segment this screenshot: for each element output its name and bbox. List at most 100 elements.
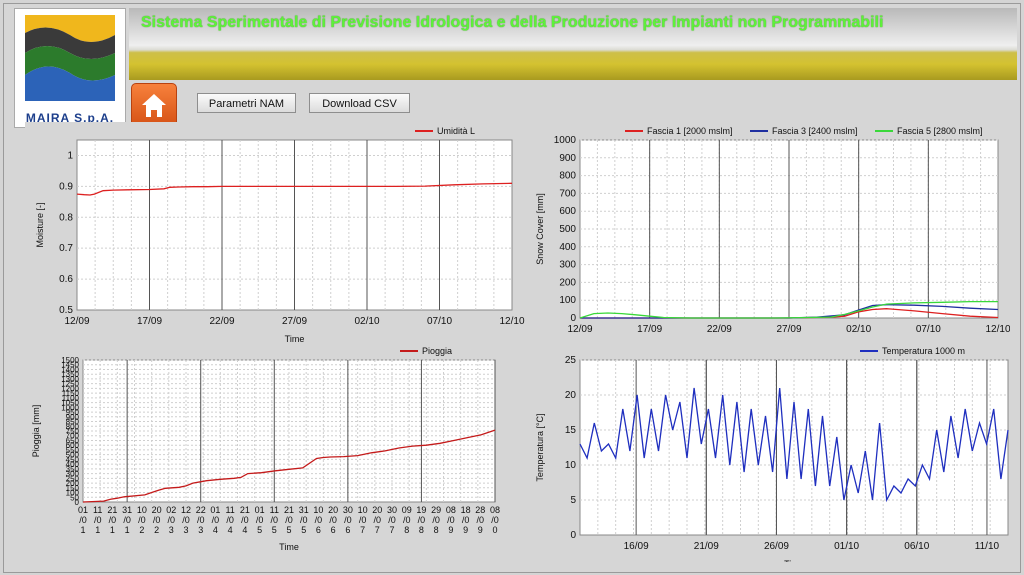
- y-tick-label: 20: [565, 390, 577, 401]
- y-tick-label: 0.7: [59, 243, 73, 254]
- y-tick-label: 0: [570, 313, 576, 324]
- y-tick-label: 1500: [61, 356, 79, 365]
- x-tick-label-sep: /0: [329, 515, 337, 525]
- x-tick-label-day: 21: [240, 505, 250, 515]
- y-axis-label: Moisture [-]: [35, 202, 45, 247]
- x-tick-label: 07/10: [916, 324, 941, 335]
- x-tick-label-sep: /0: [271, 515, 279, 525]
- x-tick-label-day: 10: [137, 505, 147, 515]
- x-tick-label-sep: /0: [153, 515, 161, 525]
- legend-label: Umidità L: [437, 126, 475, 136]
- y-tick-label: 0.6: [59, 274, 73, 285]
- x-tick-label-month: 5: [286, 525, 291, 535]
- x-tick-label-day: 09: [402, 505, 412, 515]
- y-tick-label: 200: [559, 277, 576, 288]
- y-tick-label: 0.8: [59, 212, 73, 223]
- x-tick-label-month: 9: [463, 525, 468, 535]
- y-tick-label: 25: [565, 355, 577, 366]
- x-tick-label-sep: /0: [123, 515, 131, 525]
- x-tick-label-day: 20: [328, 505, 338, 515]
- x-tick-label-day: 10: [358, 505, 368, 515]
- x-tick-label-sep: /0: [418, 515, 426, 525]
- y-axis-label: Pioggia [mm]: [31, 405, 41, 458]
- page-title: Sistema Sperimentale di Previsione Idrol…: [141, 14, 884, 31]
- x-tick-label: 27/09: [776, 324, 801, 335]
- x-tick-label-month: 1: [95, 525, 100, 535]
- x-tick-label-sep: /0: [374, 515, 382, 525]
- x-tick-label-sep: /0: [447, 515, 455, 525]
- x-tick-label: 12/09: [64, 316, 89, 327]
- x-tick-label-sep: /0: [197, 515, 205, 525]
- x-tick-label-day: 21: [107, 505, 117, 515]
- x-tick-label-sep: /0: [138, 515, 146, 525]
- x-tick-label-day: 02: [166, 505, 176, 515]
- x-tick-label-sep: /0: [359, 515, 367, 525]
- x-tick-label-day: 10: [313, 505, 323, 515]
- legend-label: Fascia 3 [2400 mslm]: [772, 126, 858, 136]
- x-tick-label-month: 6: [316, 525, 321, 535]
- x-tick-label-sep: /0: [344, 515, 352, 525]
- x-tick-label: 12/10: [985, 324, 1010, 335]
- x-tick-label-sep: /0: [403, 515, 411, 525]
- x-tick-label-month: 9: [448, 525, 453, 535]
- x-tick-label-month: 0: [492, 525, 497, 535]
- x-tick-label-day: 29: [431, 505, 441, 515]
- x-tick-label-sep: /0: [315, 515, 323, 525]
- x-tick-label-month: 4: [228, 525, 233, 535]
- x-tick-label-month: 3: [183, 525, 188, 535]
- x-tick-label: 06/10: [904, 541, 929, 552]
- x-tick-label-sep: /0: [94, 515, 102, 525]
- x-tick-label-sep: /0: [168, 515, 176, 525]
- x-tick-label-month: 7: [389, 525, 394, 535]
- x-tick-label: 17/09: [637, 324, 662, 335]
- x-tick-label-sep: /0: [256, 515, 264, 525]
- x-tick-label-day: 30: [387, 505, 397, 515]
- header-banner: Sistema Sperimentale di Previsione Idrol…: [129, 8, 1017, 80]
- x-tick-label: 12/09: [567, 324, 592, 335]
- x-tick-label-month: 7: [360, 525, 365, 535]
- x-tick-label: 07/10: [427, 316, 452, 327]
- x-tick-label-month: 1: [110, 525, 115, 535]
- x-axis-label: Time: [784, 559, 804, 562]
- parametri-nam-button[interactable]: Parametri NAM: [197, 93, 296, 113]
- maira-logo: MAIRA S.p.A.: [14, 8, 126, 128]
- legend-label: Pioggia: [422, 346, 452, 356]
- y-axis-label: Temperatura [°C]: [535, 413, 545, 481]
- x-tick-label-sep: /0: [285, 515, 293, 525]
- y-tick-label: 0.9: [59, 181, 73, 192]
- x-axis-label: Time: [279, 542, 299, 552]
- x-tick-label: 16/09: [624, 541, 649, 552]
- x-tick-label-day: 30: [343, 505, 353, 515]
- x-tick-label-month: 4: [213, 525, 218, 535]
- x-tick-label-day: 11: [270, 505, 279, 515]
- y-tick-label: 1: [67, 150, 73, 161]
- y-tick-label: 500: [559, 224, 576, 235]
- x-tick-label-day: 01: [210, 505, 220, 515]
- x-tick-label-day: 31: [299, 505, 309, 515]
- x-tick-label-month: 2: [154, 525, 159, 535]
- x-tick-label-day: 08: [446, 505, 456, 515]
- y-tick-label: 400: [559, 242, 576, 253]
- x-tick-label-month: 2: [139, 525, 144, 535]
- y-tick-label: 1000: [554, 135, 577, 146]
- legend-label: Fascia 1 [2000 mslm]: [647, 126, 733, 136]
- y-tick-label: 0: [570, 530, 576, 541]
- x-tick-label-sep: /0: [226, 515, 234, 525]
- x-tick-label-day: 12: [181, 505, 191, 515]
- x-tick-label: 12/10: [499, 316, 524, 327]
- x-tick-label-day: 31: [122, 505, 132, 515]
- x-tick-label-day: 01: [255, 505, 265, 515]
- x-tick-label-day: 21: [284, 505, 294, 515]
- x-tick-label-sep: /0: [462, 515, 470, 525]
- x-tick-label-month: 1: [80, 525, 85, 535]
- temperature-chart: 0 5 10 15 20 25 16/09 21/09 26/09 01/10 06/10 11/10…: [525, 342, 1010, 569]
- x-tick-label-sep: /0: [388, 515, 396, 525]
- x-tick-label-month: 8: [434, 525, 439, 535]
- legend-label: Temperatura 1000 m: [882, 346, 965, 356]
- y-tick-label: 300: [559, 260, 576, 271]
- download-csv-button[interactable]: Download CSV: [309, 93, 410, 113]
- x-tick-label-month: 5: [257, 525, 262, 535]
- x-tick-label: 01/10: [834, 541, 859, 552]
- x-tick-label-month: 3: [198, 525, 203, 535]
- y-axis-label: Snow Cover [mm]: [535, 193, 545, 265]
